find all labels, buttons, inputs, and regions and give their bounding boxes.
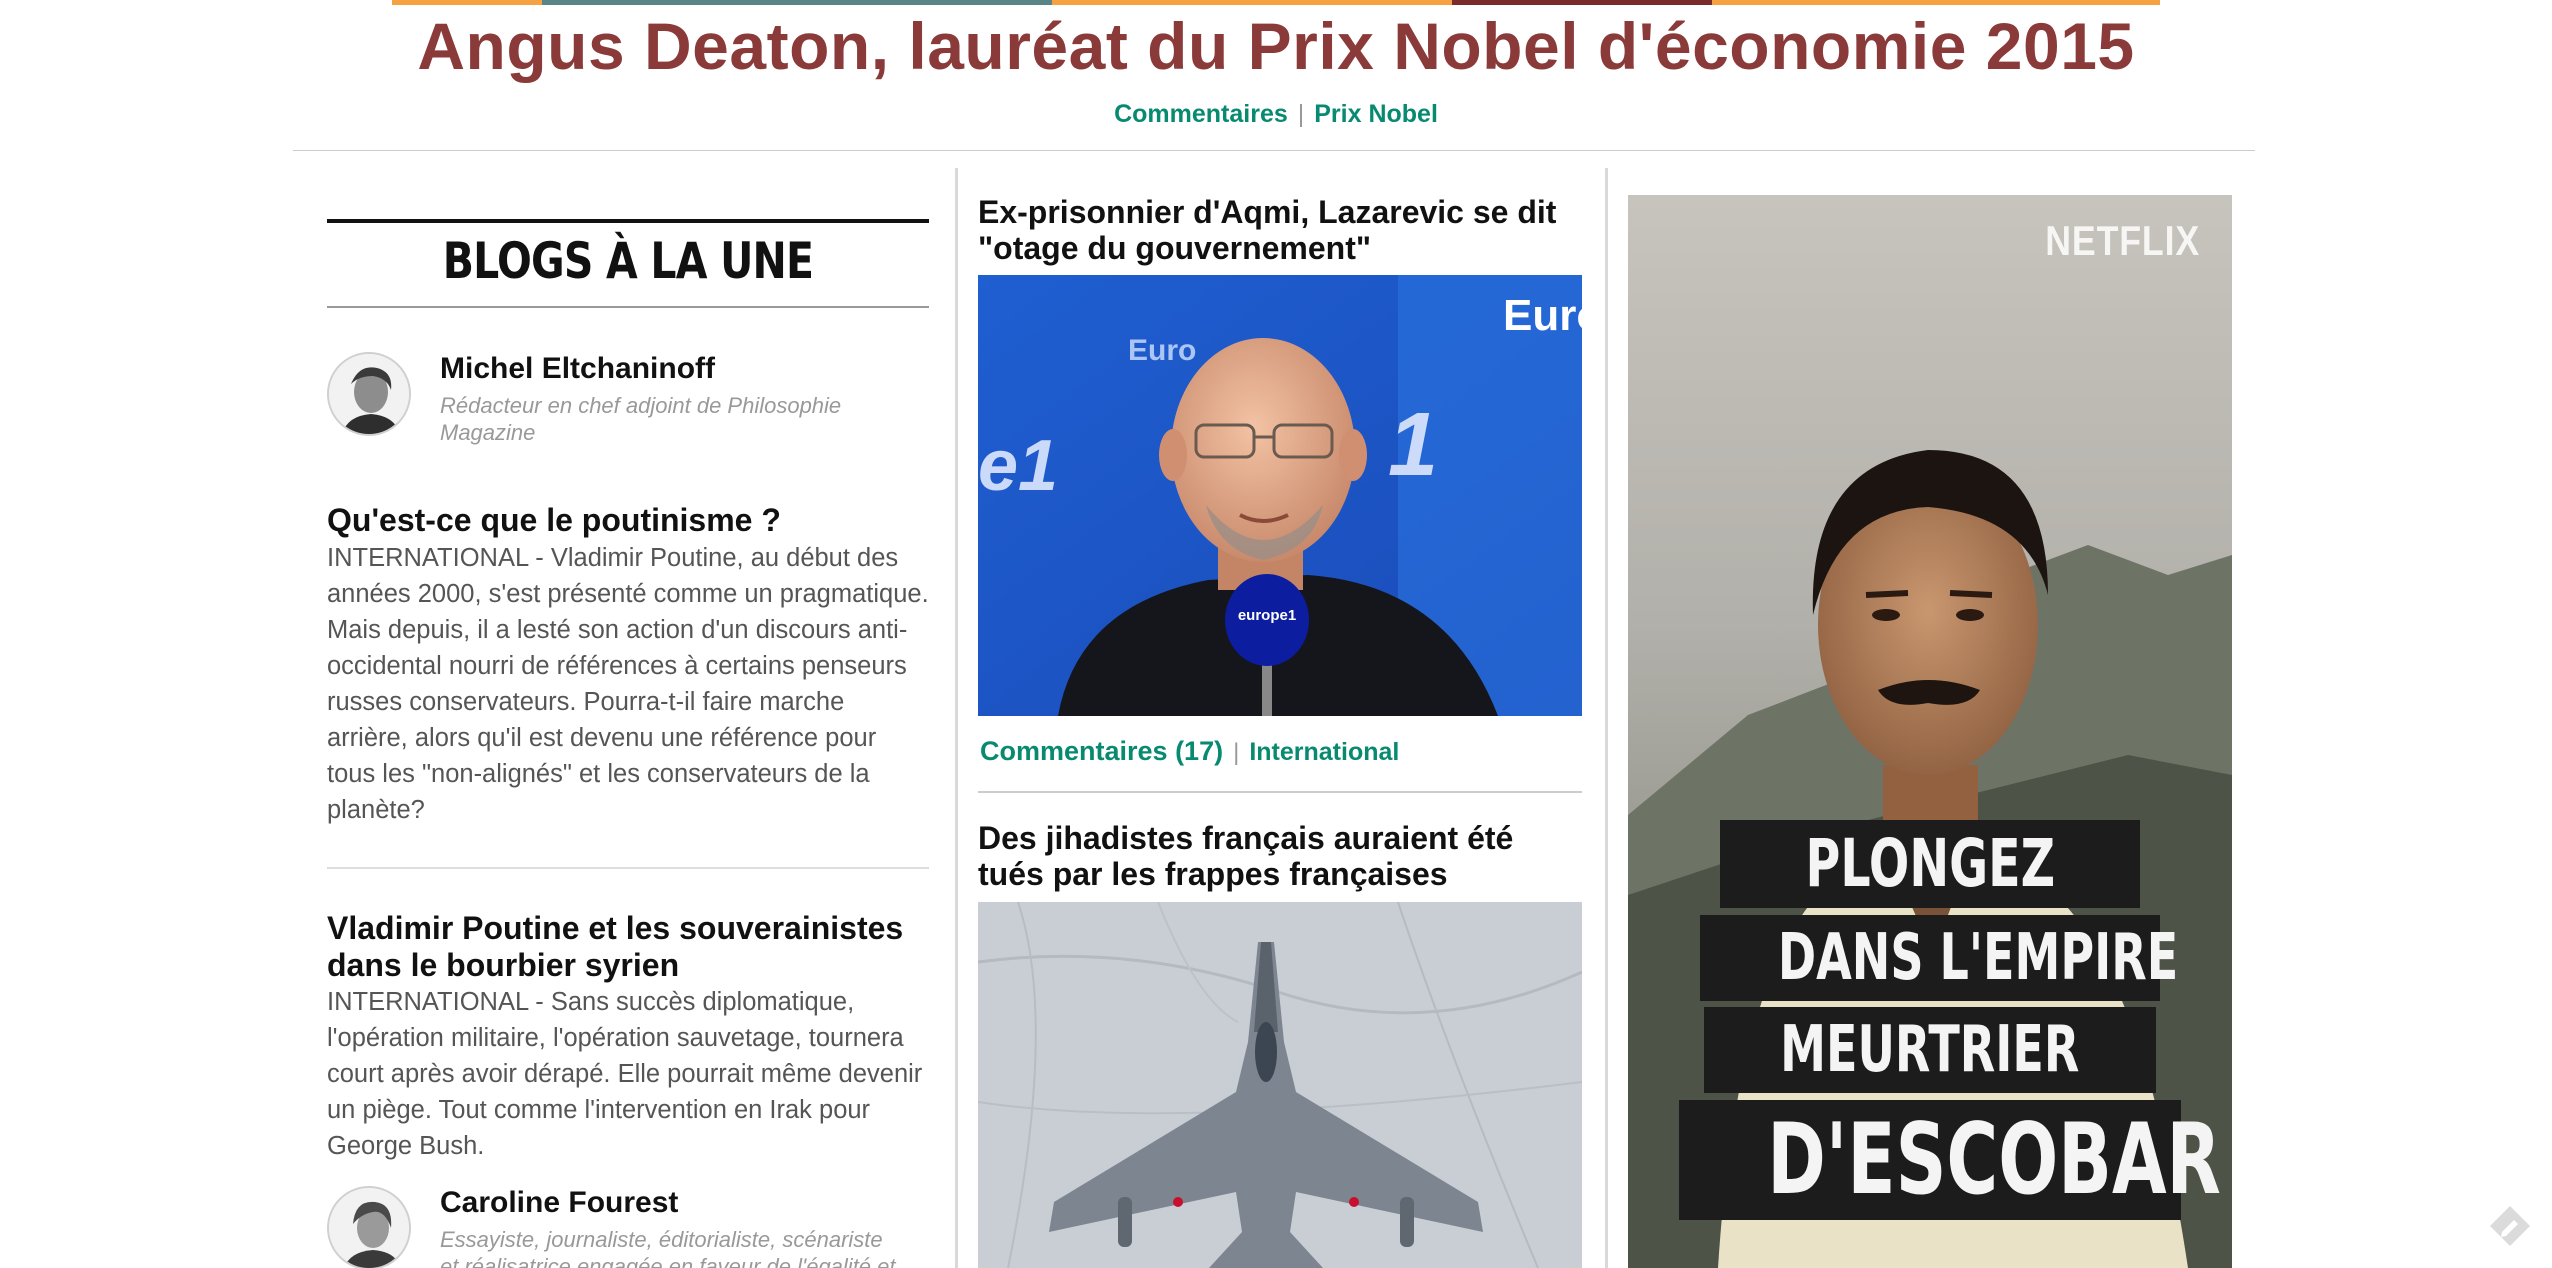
svg-text:Euro: Euro	[1503, 291, 1582, 340]
author-name[interactable]: Michel Eltchaninoff	[440, 352, 715, 386]
svg-text:europe1: europe1	[1238, 607, 1296, 624]
article-divider	[978, 791, 1582, 793]
svg-text:e1: e1	[978, 426, 1058, 506]
post-divider	[327, 867, 929, 869]
ad-headline-line-4: D'ESCOBAR	[1679, 1100, 2221, 1220]
blog-post-title[interactable]: Qu'est-ce que le poutinisme ?	[327, 502, 929, 539]
blog-post-title[interactable]: Vladimir Poutine et les souverainistes d…	[327, 910, 929, 984]
ad-headline-line-3: MEURTRIER	[1704, 1007, 2156, 1093]
headline-links: Commentaires | Prix Nobel	[0, 100, 2552, 129]
article-comments-link[interactable]: Commentaires (17)	[980, 736, 1223, 766]
separator: |	[1297, 100, 1305, 128]
blogs-section-title: BLOGS À LA UNE	[442, 232, 814, 290]
separator: |	[1233, 739, 1240, 766]
author-avatar-icon[interactable]	[327, 1186, 411, 1268]
feedback-pencil-icon[interactable]	[2488, 1204, 2532, 1248]
blog-post-excerpt: INTERNATIONAL - Sans succès diplomatique…	[327, 988, 923, 1160]
netflix-logo: NETFLIX	[2045, 217, 2200, 264]
article-image-lazarevic[interactable]: Euro Euro 1 e1 europe1	[978, 275, 1582, 716]
article-title[interactable]: Des jihadistes français auraient été tué…	[978, 820, 1588, 892]
netflix-advertisement[interactable]: NETFLIX PLONGEZ DANS L'EMPIRE MEURTRIER …	[1628, 195, 2232, 1268]
blogs-rule-bottom	[327, 306, 929, 308]
headline-title[interactable]: Angus Deaton, lauréat du Prix Nobel d'éc…	[0, 8, 2552, 84]
article-meta: Commentaires (17) | International	[980, 736, 1399, 767]
column-divider-right	[1605, 168, 1608, 1268]
author-avatar-icon[interactable]	[327, 352, 411, 436]
blog-post-excerpt: INTERNATIONAL - Vladimir Poutine, au déb…	[327, 544, 929, 824]
svg-text:Euro: Euro	[1128, 334, 1196, 367]
ad-headline-line-2: DANS L'EMPIRE	[1700, 915, 2178, 1001]
author-role: Rédacteur en chef adjoint de Philosophie…	[440, 393, 842, 445]
svg-text:1: 1	[1388, 395, 1438, 495]
top-divider	[293, 150, 2255, 151]
column-divider-left	[955, 168, 958, 1268]
top-color-strip	[392, 0, 2160, 5]
headline-comments-link[interactable]: Commentaires	[1114, 100, 1288, 128]
headline-tag-link[interactable]: Prix Nobel	[1314, 100, 1438, 128]
ad-headline-line-1: PLONGEZ	[1720, 820, 2140, 908]
article-category-link[interactable]: International	[1249, 738, 1399, 766]
article-title[interactable]: Ex-prisonnier d'Aqmi, Lazarevic se dit "…	[978, 194, 1588, 266]
author-name[interactable]: Caroline Fourest	[440, 1186, 678, 1220]
article-image-rafale[interactable]	[978, 902, 1582, 1268]
blogs-rule-top	[327, 219, 929, 223]
author-role: Essayiste, journaliste, éditorialiste, s…	[440, 1227, 896, 1268]
